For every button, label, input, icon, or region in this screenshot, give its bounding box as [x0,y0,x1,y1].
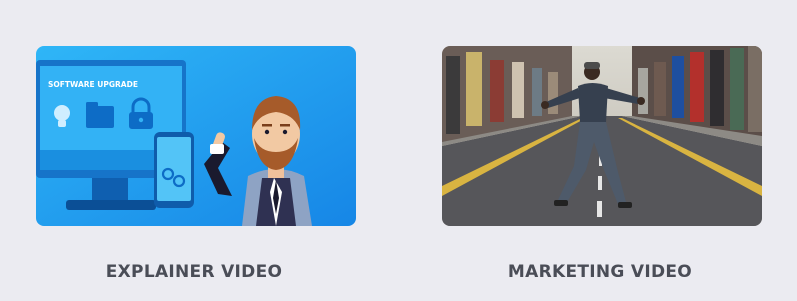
explainer-video-caption[interactable]: EXPLAINER VIDEO [34,262,354,282]
explainer-video-card[interactable]: SOFTWARE UPGRADE [36,46,356,226]
marketing-thumbnail [442,46,762,226]
explainer-thumbnail: SOFTWARE UPGRADE [36,46,356,226]
marketing-video-card[interactable] [442,46,762,226]
marketing-video-caption[interactable]: MARKETING VIDEO [440,262,760,282]
phone-illustration [154,132,194,208]
software-upgrade-label: SOFTWARE UPGRADE [48,80,138,89]
